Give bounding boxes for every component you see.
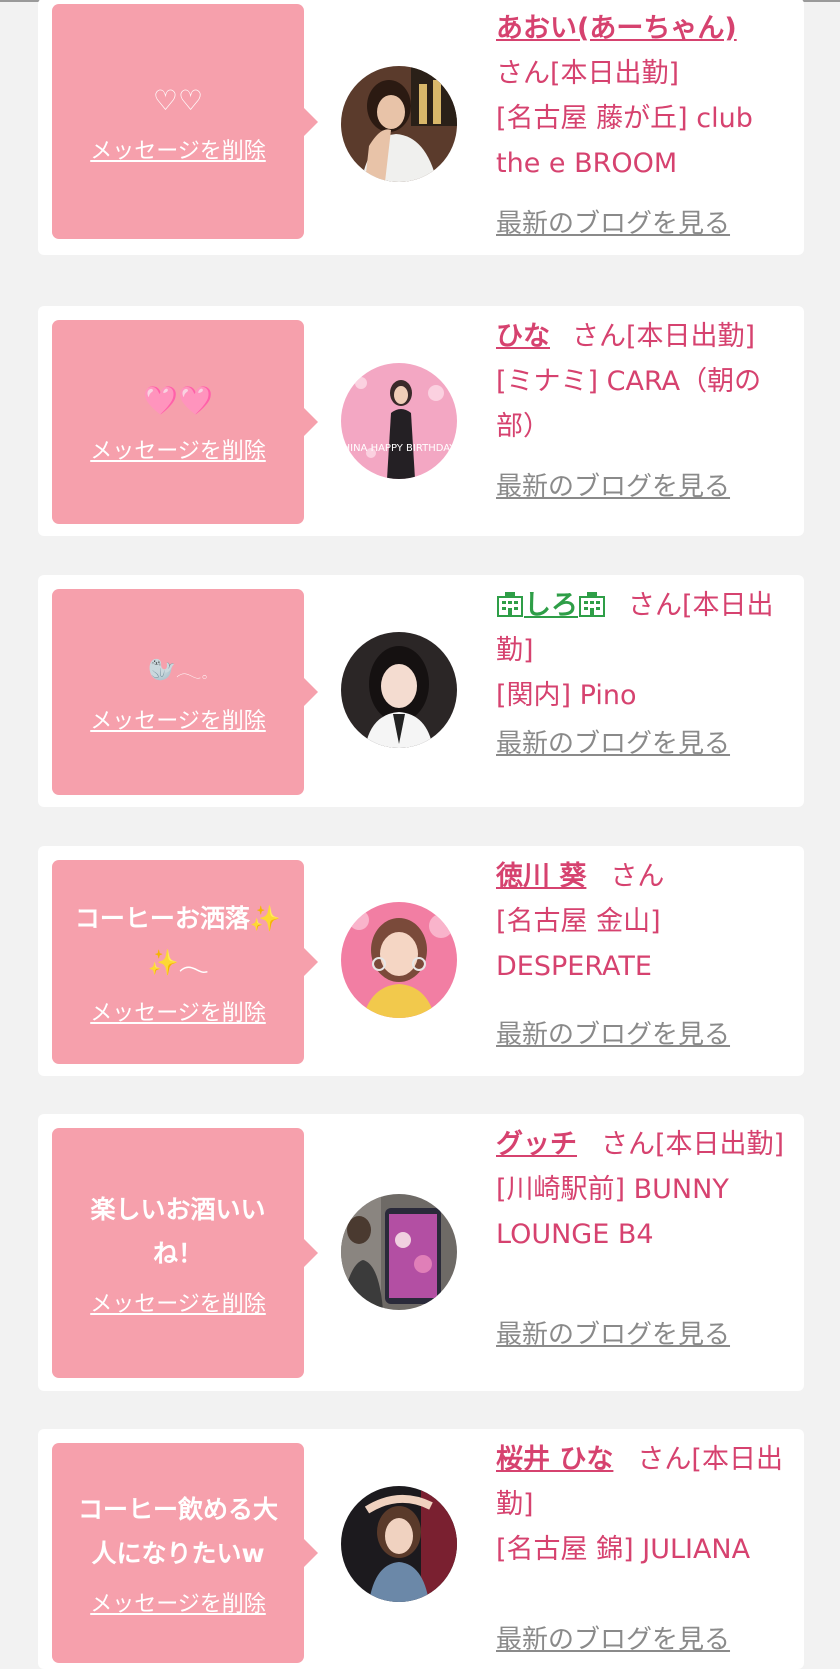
message-card: コーヒーお洒落✨✨𓂃 メッセージを削除 徳川 葵さん [名古屋 金山] DESP… [38,846,804,1076]
cast-name-link[interactable]: 桜井 ひな [496,1444,613,1475]
cast-name-link[interactable]: ひな [496,321,550,352]
cast-name-link[interactable]: グッチ [496,1129,577,1160]
delete-message-link[interactable]: メッセージを削除 [90,995,266,1027]
avatar-caption: HINA HAPPY BIRTHDAY [343,443,457,454]
cast-info: しろ さん[本日出勤] [関内] Pino [496,583,786,718]
cast-name-text: しろ [524,590,578,621]
avatar[interactable] [341,1486,457,1602]
message-card: 楽しいお酒いいね！ メッセージを削除 グッチ さん[本日出勤] [川崎駅前] BU… [38,1114,804,1391]
cast-info: あおい(あーちゃん) さん[本日出勤] [名古屋 藤が丘] club the e… [496,6,786,186]
message-text: コーヒー飲める大人になりたいw [77,1495,278,1568]
latest-blog-link[interactable]: 最新のブログを見る [496,1314,730,1351]
avatar[interactable] [341,632,457,748]
cast-status: さん[本日出勤] [496,58,680,89]
latest-blog-link[interactable]: 最新のブログを見る [496,466,730,503]
avatar[interactable]: HINA HAPPY BIRTHDAY [341,363,457,479]
message-card: ♡♡ メッセージを削除 あおい(あーちゃん) さん[本日出勤] [名古屋 藤が丘… [38,0,804,255]
message-bubble: 🦭𓂃𓈒 メッセージを削除 [52,589,318,795]
message-text: 楽しいお酒いいね！ [90,1195,266,1268]
latest-blog-link[interactable]: 最新のブログを見る [496,723,730,760]
cast-status: さん [610,861,665,892]
message-card: 🦭𓂃𓈒 メッセージを削除 しろ さん[本日出勤] [関内] Pino 最新のブログ… [38,575,804,807]
message-card: コーヒー飲める大人になりたいw メッセージを削除 桜井 ひな さん[本日出勤] [… [38,1429,804,1669]
cast-info: 徳川 葵さん [名古屋 金山] DESPERATE [496,854,786,989]
message-text: 🦭𓂃𓈒 [148,658,208,683]
shop-name: [川崎駅前] BUNNY LOUNGE B4 [496,1174,729,1250]
message-card: 🩷🩷 メッセージを削除 HINA HAPPY BIRTHDAY ひな さん[本日出… [38,306,804,536]
shop-name: [ミナミ] CARA（朝の部） [496,366,762,442]
message-text: ♡♡ [152,83,204,117]
office-building-icon [578,591,606,617]
cast-name-link[interactable]: しろ [496,590,606,621]
shop-name: [名古屋 藤が丘] club the e BROOM [496,103,753,179]
avatar[interactable] [341,902,457,1018]
delete-message-link[interactable]: メッセージを削除 [90,433,266,465]
cast-status: さん[本日出勤] [572,321,756,352]
avatar[interactable] [341,66,457,182]
shop-name: [名古屋 金山] DESPERATE [496,906,661,982]
message-bubble: ♡♡ メッセージを削除 [52,4,318,239]
cast-info: 桜井 ひな さん[本日出勤] [名古屋 錦] JULIANA [496,1437,786,1572]
delete-message-link[interactable]: メッセージを削除 [90,133,266,165]
shop-name: [名古屋 錦] JULIANA [496,1534,751,1565]
cast-info: グッチ さん[本日出勤] [川崎駅前] BUNNY LOUNGE B4 [496,1122,786,1257]
cast-name-link[interactable]: あおい(あーちゃん) [496,13,737,44]
shop-name: [関内] Pino [496,680,637,711]
latest-blog-link[interactable]: 最新のブログを見る [496,203,730,240]
cast-status: さん[本日出勤] [601,1129,785,1160]
cast-info: ひな さん[本日出勤] [ミナミ] CARA（朝の部） [496,314,786,449]
latest-blog-link[interactable]: 最新のブログを見る [496,1619,730,1656]
cast-name-link[interactable]: 徳川 葵 [496,861,586,892]
delete-message-link[interactable]: メッセージを削除 [90,1286,266,1318]
message-text: コーヒーお洒落✨✨𓂃 [74,904,282,977]
message-text: 🩷🩷 [143,384,213,417]
latest-blog-link[interactable]: 最新のブログを見る [496,1014,730,1051]
message-bubble: コーヒー飲める大人になりたいw メッセージを削除 [52,1443,318,1663]
message-bubble: 楽しいお酒いいね！ メッセージを削除 [52,1128,318,1378]
message-bubble: コーヒーお洒落✨✨𓂃 メッセージを削除 [52,860,318,1064]
message-bubble: 🩷🩷 メッセージを削除 [52,320,318,524]
delete-message-link[interactable]: メッセージを削除 [90,703,266,735]
delete-message-link[interactable]: メッセージを削除 [90,1586,266,1618]
office-building-icon [496,591,524,617]
avatar[interactable] [341,1194,457,1310]
